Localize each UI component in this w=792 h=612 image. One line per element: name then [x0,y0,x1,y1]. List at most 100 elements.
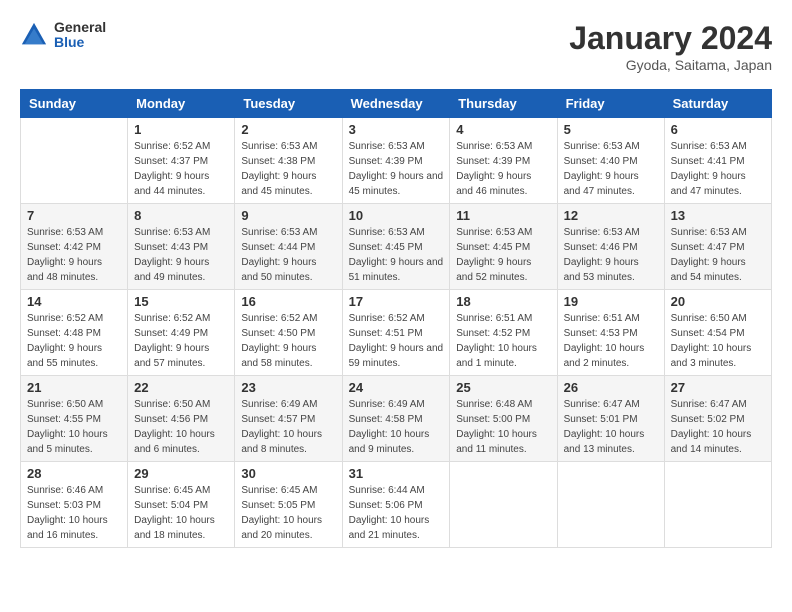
calendar-day-cell: 2Sunrise: 6:53 AMSunset: 4:38 PMDaylight… [235,118,342,204]
calendar-header: SundayMondayTuesdayWednesdayThursdayFrid… [21,90,772,118]
calendar-week-row: 14 Sunrise: 6:52 AMSunset: 4:48 PMDayligh… [21,290,772,376]
calendar-day-cell: 17Sunrise: 6:52 AMSunset: 4:51 PMDayligh… [342,290,450,376]
calendar-day-cell: 3Sunrise: 6:53 AMSunset: 4:39 PMDaylight… [342,118,450,204]
day-number: 14 [27,294,121,309]
calendar-day-cell: 6 Sunrise: 6:53 AMSunset: 4:41 PMDaylight… [664,118,771,204]
calendar-day-cell: 24 Sunrise: 6:49 AMSunset: 4:58 PMDayligh… [342,376,450,462]
day-info: Sunrise: 6:47 AMSunset: 5:01 PMDaylight:… [564,397,658,457]
logo-blue: Blue [54,35,106,50]
day-info: Sunrise: 6:52 AMSunset: 4:51 PMDaylight:… [349,311,444,371]
day-number: 29 [134,466,228,481]
day-number: 11 [456,208,550,223]
day-info: Sunrise: 6:52 AMSunset: 4:37 PMDaylight:… [134,139,228,199]
weekday-header: Monday [128,90,235,118]
calendar-day-cell: 21 Sunrise: 6:50 AMSunset: 4:55 PMDayligh… [21,376,128,462]
calendar-day-cell: 23 Sunrise: 6:49 AMSunset: 4:57 PMDayligh… [235,376,342,462]
calendar-week-row: 1 Sunrise: 6:52 AMSunset: 4:37 PMDaylight… [21,118,772,204]
day-number: 28 [27,466,121,481]
calendar-day-cell: 15 Sunrise: 6:52 AMSunset: 4:49 PMDayligh… [128,290,235,376]
day-number: 18 [456,294,550,309]
day-number: 24 [349,380,444,395]
calendar-day-cell [21,118,128,204]
day-info: Sunrise: 6:49 AMSunset: 4:58 PMDaylight:… [349,397,444,457]
day-number: 1 [134,122,228,137]
day-number: 4 [456,122,550,137]
calendar-day-cell: 18 Sunrise: 6:51 AMSunset: 4:52 PMDayligh… [450,290,557,376]
day-info: Sunrise: 6:47 AMSunset: 5:02 PMDaylight:… [671,397,765,457]
logo-general: General [54,20,106,35]
day-number: 27 [671,380,765,395]
day-info: Sunrise: 6:53 AMSunset: 4:44 PMDaylight:… [241,225,335,285]
day-info: Sunrise: 6:53 AMSunset: 4:42 PMDaylight:… [27,225,121,285]
calendar-day-cell: 14 Sunrise: 6:52 AMSunset: 4:48 PMDayligh… [21,290,128,376]
logo: General Blue [20,20,106,51]
day-number: 7 [27,208,121,223]
calendar-body: 1 Sunrise: 6:52 AMSunset: 4:37 PMDaylight… [21,118,772,548]
day-info: Sunrise: 6:46 AMSunset: 5:03 PMDaylight:… [27,483,121,543]
calendar-day-cell: 28 Sunrise: 6:46 AMSunset: 5:03 PMDayligh… [21,462,128,548]
calendar-day-cell: 11Sunrise: 6:53 AMSunset: 4:45 PMDayligh… [450,204,557,290]
calendar-week-row: 21 Sunrise: 6:50 AMSunset: 4:55 PMDayligh… [21,376,772,462]
weekday-header: Sunday [21,90,128,118]
day-info: Sunrise: 6:50 AMSunset: 4:54 PMDaylight:… [671,311,765,371]
day-number: 9 [241,208,335,223]
calendar-day-cell: 1 Sunrise: 6:52 AMSunset: 4:37 PMDaylight… [128,118,235,204]
calendar-title: January 2024 [569,20,772,57]
page-header: General Blue January 2024 Gyoda, Saitama… [20,20,772,73]
header-row: SundayMondayTuesdayWednesdayThursdayFrid… [21,90,772,118]
weekday-header: Friday [557,90,664,118]
calendar-day-cell [557,462,664,548]
calendar-day-cell: 9 Sunrise: 6:53 AMSunset: 4:44 PMDaylight… [235,204,342,290]
calendar-subtitle: Gyoda, Saitama, Japan [569,57,772,73]
day-info: Sunrise: 6:50 AMSunset: 4:56 PMDaylight:… [134,397,228,457]
day-number: 19 [564,294,658,309]
calendar-day-cell: 22Sunrise: 6:50 AMSunset: 4:56 PMDayligh… [128,376,235,462]
calendar-day-cell: 5Sunrise: 6:53 AMSunset: 4:40 PMDaylight… [557,118,664,204]
day-info: Sunrise: 6:44 AMSunset: 5:06 PMDaylight:… [349,483,444,543]
day-number: 15 [134,294,228,309]
calendar-day-cell: 4 Sunrise: 6:53 AMSunset: 4:39 PMDaylight… [450,118,557,204]
calendar-day-cell: 13 Sunrise: 6:53 AMSunset: 4:47 PMDayligh… [664,204,771,290]
title-block: January 2024 Gyoda, Saitama, Japan [569,20,772,73]
day-number: 30 [241,466,335,481]
day-number: 23 [241,380,335,395]
day-info: Sunrise: 6:52 AMSunset: 4:50 PMDaylight:… [241,311,335,371]
day-info: Sunrise: 6:48 AMSunset: 5:00 PMDaylight:… [456,397,550,457]
calendar-day-cell: 7 Sunrise: 6:53 AMSunset: 4:42 PMDaylight… [21,204,128,290]
day-info: Sunrise: 6:53 AMSunset: 4:39 PMDaylight:… [456,139,550,199]
day-info: Sunrise: 6:51 AMSunset: 4:52 PMDaylight:… [456,311,550,371]
day-info: Sunrise: 6:53 AMSunset: 4:45 PMDaylight:… [349,225,444,285]
logo-icon [20,21,48,49]
calendar-week-row: 28 Sunrise: 6:46 AMSunset: 5:03 PMDayligh… [21,462,772,548]
calendar-day-cell: 19 Sunrise: 6:51 AMSunset: 4:53 PMDayligh… [557,290,664,376]
calendar-day-cell: 16 Sunrise: 6:52 AMSunset: 4:50 PMDayligh… [235,290,342,376]
calendar-day-cell: 10Sunrise: 6:53 AMSunset: 4:45 PMDayligh… [342,204,450,290]
day-info: Sunrise: 6:49 AMSunset: 4:57 PMDaylight:… [241,397,335,457]
day-info: Sunrise: 6:53 AMSunset: 4:41 PMDaylight:… [671,139,765,199]
calendar-day-cell: 30Sunrise: 6:45 AMSunset: 5:05 PMDayligh… [235,462,342,548]
day-info: Sunrise: 6:53 AMSunset: 4:43 PMDaylight:… [134,225,228,285]
day-number: 6 [671,122,765,137]
calendar-day-cell: 31 Sunrise: 6:44 AMSunset: 5:06 PMDayligh… [342,462,450,548]
day-number: 31 [349,466,444,481]
day-info: Sunrise: 6:53 AMSunset: 4:47 PMDaylight:… [671,225,765,285]
weekday-header: Wednesday [342,90,450,118]
day-number: 25 [456,380,550,395]
calendar-day-cell: 26Sunrise: 6:47 AMSunset: 5:01 PMDayligh… [557,376,664,462]
day-info: Sunrise: 6:51 AMSunset: 4:53 PMDaylight:… [564,311,658,371]
day-number: 13 [671,208,765,223]
weekday-header: Tuesday [235,90,342,118]
day-number: 3 [349,122,444,137]
day-number: 5 [564,122,658,137]
day-info: Sunrise: 6:50 AMSunset: 4:55 PMDaylight:… [27,397,121,457]
day-info: Sunrise: 6:52 AMSunset: 4:48 PMDaylight:… [27,311,121,371]
weekday-header: Saturday [664,90,771,118]
day-number: 16 [241,294,335,309]
day-number: 12 [564,208,658,223]
calendar-week-row: 7 Sunrise: 6:53 AMSunset: 4:42 PMDaylight… [21,204,772,290]
day-info: Sunrise: 6:45 AMSunset: 5:04 PMDaylight:… [134,483,228,543]
day-info: Sunrise: 6:52 AMSunset: 4:49 PMDaylight:… [134,311,228,371]
calendar-day-cell: 27 Sunrise: 6:47 AMSunset: 5:02 PMDayligh… [664,376,771,462]
day-info: Sunrise: 6:53 AMSunset: 4:38 PMDaylight:… [241,139,335,199]
day-number: 21 [27,380,121,395]
